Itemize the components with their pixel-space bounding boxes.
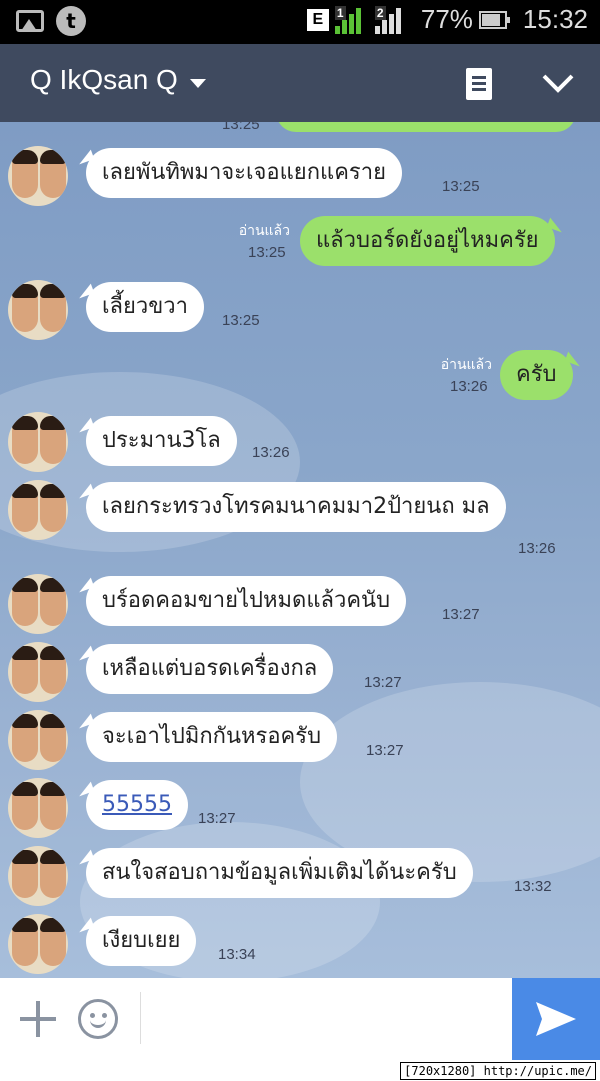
message-bubble[interactable]: ครับ [500, 350, 573, 400]
send-icon [536, 1002, 576, 1036]
input-bar [0, 978, 600, 1060]
message-time: 13:27 [366, 742, 404, 759]
clock: 15:32 [522, 4, 588, 34]
image-host-tag: [720x1280] http://upic.me/ [400, 1062, 596, 1080]
message-bubble[interactable]: จะเอาไปมิกกันหรอครับ [86, 712, 338, 762]
message-input[interactable] [140, 992, 500, 1044]
footer: [720x1280] http://upic.me/ [0, 1060, 600, 1081]
avatar[interactable] [8, 280, 68, 340]
read-receipt: อ่านแล้ว [238, 223, 290, 239]
message-bubble[interactable]: เหลือแต่บอรดเครื่องกล [86, 644, 334, 694]
status-bar: t E 1 2 77% 15:32 [0, 0, 600, 44]
emoji-icon[interactable] [78, 999, 118, 1039]
message-bubble-link[interactable]: 55555 [86, 780, 188, 830]
message-bubble[interactable]: เลี้ยวขวา [86, 282, 204, 332]
message-bubble[interactable]: ประมาน3โล [86, 416, 237, 466]
message-bubble[interactable]: แล้วบอร์ดยังอยู่ไหมครัย [300, 216, 555, 266]
notes-icon[interactable] [466, 68, 492, 100]
avatar[interactable] [8, 574, 68, 634]
avatar[interactable] [8, 778, 68, 838]
message-time: 13:25 [222, 312, 260, 329]
avatar[interactable] [8, 710, 68, 770]
message-time: 13:26 [450, 378, 488, 395]
collapse-menu-icon[interactable] [540, 66, 576, 102]
signal-sim1-icon: 1 [334, 5, 369, 34]
battery-percent: 77% [420, 4, 473, 34]
avatar[interactable] [8, 914, 68, 974]
gallery-icon [16, 10, 44, 32]
message-bubble[interactable]: เงียบเยย [86, 916, 197, 966]
message-bubble[interactable]: เลยพันทิพมาจะเจอแยกแคราย [86, 148, 402, 198]
chat-header: Q IkQsan Q [0, 44, 600, 122]
avatar[interactable] [8, 642, 68, 702]
avatar[interactable] [8, 480, 68, 540]
message-time: 13:27 [442, 606, 480, 623]
plus-icon[interactable] [20, 1001, 56, 1037]
message-bubble[interactable]: สนใจสอบถามข้อมูลเพิ่มเติมได้นะครับ [86, 848, 473, 898]
send-button[interactable] [512, 978, 600, 1060]
message-link[interactable]: 55555 [102, 792, 172, 817]
chat-title[interactable]: Q IkQsan Q [30, 64, 178, 96]
message-time: 13:26 [518, 540, 556, 557]
message-time: 13:25 [442, 178, 480, 195]
battery-icon [478, 10, 510, 29]
message-time: 13:25 [248, 244, 286, 261]
message-time-partial: 13:25 [222, 122, 260, 133]
message-time: 13:27 [364, 674, 402, 691]
avatar[interactable] [8, 846, 68, 906]
read-receipt: อ่านแล้ว [440, 357, 492, 373]
avatar[interactable] [8, 412, 68, 472]
t-app-icon: t [56, 6, 86, 36]
message-bubble-partial[interactable] [276, 122, 576, 132]
message-time: 13:34 [218, 946, 256, 963]
network-type: E [306, 8, 329, 31]
message-time: 13:32 [514, 878, 552, 895]
message-bubble[interactable]: เลยกระทรวงโทรคมนาคมมา2ป้ายนถ มล [86, 482, 506, 532]
message-time: 13:26 [252, 444, 290, 461]
message-bubble[interactable]: บร์อดคอมขายไปหมดแล้วคนับ [86, 576, 407, 626]
chevron-down-icon[interactable] [190, 79, 206, 88]
message-time: 13:27 [198, 810, 236, 827]
avatar[interactable] [8, 146, 68, 206]
chat-area[interactable]: 13:25 เลยพันทิพมาจะเจอแยกแคราย 13:25 อ่า… [0, 122, 600, 978]
signal-sim2-icon: 2 [374, 5, 409, 34]
